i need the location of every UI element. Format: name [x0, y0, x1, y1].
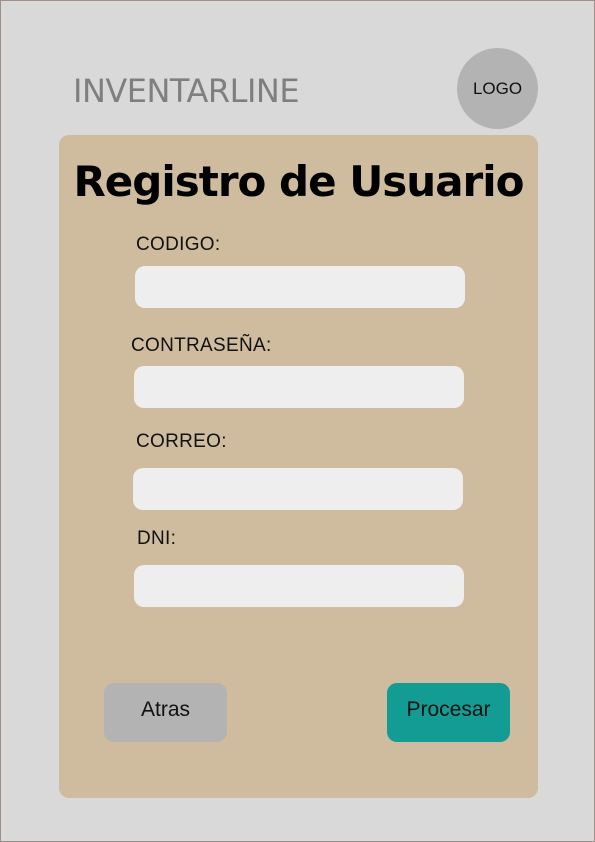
contrasena-label: CONTRASEÑA:	[131, 335, 272, 356]
logo-text: LOGO	[472, 78, 523, 98]
form-title: Registro de Usuario	[73, 157, 524, 206]
correo-label: CORREO:	[136, 431, 227, 452]
app-brand-name: INVENTARLINE	[73, 72, 300, 110]
dni-input[interactable]	[134, 565, 464, 607]
logo: LOGO	[457, 48, 538, 129]
correo-input[interactable]	[133, 468, 463, 510]
back-button[interactable]: Atras	[104, 683, 227, 742]
process-button[interactable]: Procesar	[387, 683, 510, 742]
codigo-label: CODIGO:	[136, 234, 221, 255]
contrasena-input[interactable]	[134, 366, 464, 408]
codigo-input[interactable]	[135, 266, 465, 308]
page-frame: INVENTARLINE LOGO Registro de Usuario CO…	[0, 0, 595, 842]
dni-label: DNI:	[137, 528, 177, 549]
